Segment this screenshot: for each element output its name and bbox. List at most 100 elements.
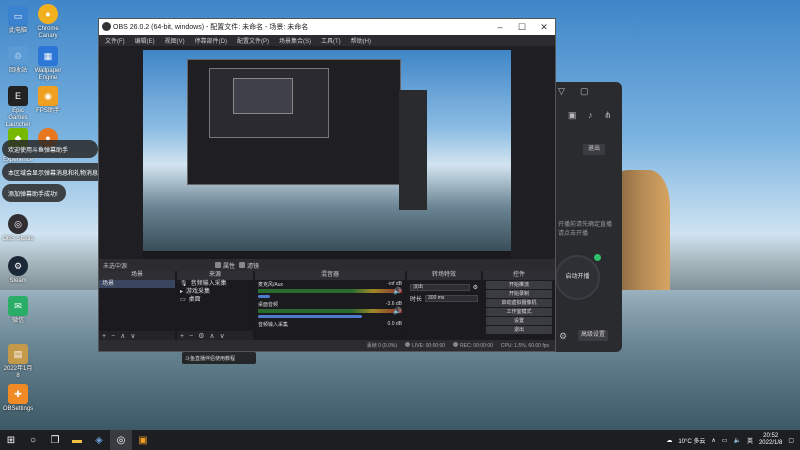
menu-profile[interactable]: 配置文件(P) <box>237 36 269 45</box>
clock[interactable]: 20:52 2022/1/8 <box>759 433 782 447</box>
move-up-icon[interactable]: ∧ <box>120 332 125 340</box>
close-icon[interactable]: ✕ <box>533 19 555 35</box>
gift-icon[interactable]: ▣ <box>568 110 577 121</box>
filter-icon[interactable]: ▽ <box>558 86 565 97</box>
settings-button[interactable]: 设置 <box>486 317 552 325</box>
source-item[interactable]: ▭ 桌面 <box>177 296 253 304</box>
menu-tools[interactable]: 工具(T) <box>321 36 341 45</box>
notification-bubble[interactable]: 本区域会显示弹幕消息和礼物消息 <box>2 163 106 181</box>
controls-body: 开始推流 开始录制 启动虚拟摄像机 工作室模式 设置 退出 <box>483 280 555 341</box>
start-live-button[interactable]: 启动开播 <box>555 255 600 300</box>
start-recording-button[interactable]: 开始录制 <box>486 290 552 298</box>
windows-start-icon[interactable]: ⊞ <box>0 430 22 450</box>
preview-canvas[interactable] <box>143 50 511 259</box>
gear-icon[interactable]: ⚙ <box>473 284 478 291</box>
sources-dock-title: 来源 <box>177 271 253 280</box>
menu-view[interactable]: 视图(V) <box>165 36 185 45</box>
obs-taskbar-icon[interactable]: ◎ <box>110 430 132 450</box>
tray-chevron-icon[interactable]: ∧ <box>711 437 715 444</box>
add-icon[interactable]: + <box>180 333 184 340</box>
remove-icon[interactable]: − <box>111 333 115 340</box>
window-icon[interactable]: ▢ <box>580 86 589 97</box>
controls-dock: 控件 开始推流 开始录制 启动虚拟摄像机 工作室模式 设置 退出 <box>483 271 555 341</box>
notification-icon[interactable]: ▢ <box>788 437 794 444</box>
scenes-list: 场景 <box>99 280 175 331</box>
monitor-icon: ▭ <box>180 297 186 303</box>
studio-mode-button[interactable]: 工作室模式 <box>486 308 552 316</box>
mixer-channel: 桌面音频 -3.6 dB 🔊 <box>255 300 405 320</box>
move-down-icon[interactable]: ∨ <box>130 332 135 340</box>
volume-icon[interactable]: 🔈 <box>733 437 740 444</box>
window-title: OBS 26.0.2 (64-bit, windows) - 配置文件: 未命名… <box>113 24 309 31</box>
menu-docks[interactable]: 停靠部件(D) <box>195 36 227 45</box>
desktop-icon-chrome-canary[interactable]: ● Chrome Canary <box>32 4 64 40</box>
start-virtual-camera-button[interactable]: 启动虚拟摄像机 <box>486 299 552 307</box>
task-view-icon[interactable]: ❐ <box>44 430 66 450</box>
mixer-channels: 麦克风/Aux -inf dB 🔊 桌面音频 -3.6 dB 🔊 音频输入采集 0.0… <box>255 280 405 341</box>
menu-help[interactable]: 帮助(H) <box>351 36 371 45</box>
start-streaming-button[interactable]: 开始推流 <box>486 281 552 289</box>
obs-docks: 场景 场景 + − ∧ ∨ 来源 🎙 音频输入采集 ▸ 游戏采集 ▭ 桌面 + − ⚙ <box>99 271 555 341</box>
desktop-icon-epic-games[interactable]: E Epic Games Launcher <box>2 86 34 129</box>
notification-bubble[interactable]: 欢迎使用斗鱼弹幕助手 <box>2 140 98 158</box>
desktop-icon-computer[interactable]: ▭ 此电脑 <box>2 6 34 35</box>
desktop-icon-recycle-bin[interactable]: ♲ 回收站 <box>2 46 34 75</box>
obs-titlebar[interactable]: OBS 26.0.2 (64-bit, windows) - 配置文件: 未命名… <box>99 19 555 35</box>
wallpaper-engine-icon: ▦ <box>38 46 58 66</box>
network-icon[interactable]: ▭ <box>722 437 728 444</box>
mixer-channel: 音频输入采集 0.0 dB <box>258 321 402 328</box>
desktop-icon-fps[interactable]: ◉ FPS助手 <box>32 86 64 115</box>
input-language[interactable]: 英 <box>747 436 753 445</box>
transition-select[interactable]: 淡出 <box>410 284 470 291</box>
menu-scene-collection[interactable]: 场景集合(S) <box>279 36 311 45</box>
steam-taskbar-icon[interactable]: ◈ <box>88 430 110 450</box>
desktop-icon-steam[interactable]: ⚙ Steam <box>2 256 34 285</box>
speaker-icon[interactable]: 🔊 <box>393 307 402 315</box>
file-explorer-icon[interactable]: ▬ <box>66 430 88 450</box>
desktop-icon-folder[interactable]: ▤ 2022年1月8 <box>2 344 34 380</box>
epic-games-icon: E <box>8 86 28 106</box>
desktop-icon-wechat[interactable]: ✉ 微信 <box>2 296 34 325</box>
obs-statusbar: 丢帧 0 (0.0%) LIVE: 00:00:00 REC: 00:00:00… <box>99 340 555 351</box>
tutorial-banner[interactable]: 斗鱼直播伴侣使用教程 <box>182 352 256 364</box>
bell-icon[interactable]: ♪ <box>588 110 593 120</box>
source-item[interactable]: ▸ 游戏采集 <box>177 288 253 296</box>
search-icon[interactable]: ○ <box>22 430 44 450</box>
weather-text[interactable]: 10°C 多云 <box>678 436 705 445</box>
advanced-settings-button[interactable]: 高级设置 <box>578 330 608 341</box>
steam-icon: ⚙ <box>8 256 28 276</box>
menu-file[interactable]: 文件(F) <box>105 36 125 45</box>
source-item[interactable]: 🎙 音频输入采集 <box>177 280 253 288</box>
volume-slider[interactable] <box>258 315 362 318</box>
desktop-icon-obsettings[interactable]: ✚ OBSettings <box>2 384 34 413</box>
obs-icon: ◎ <box>8 214 28 234</box>
add-icon[interactable]: + <box>102 333 106 340</box>
chrome-canary-icon: ● <box>38 4 58 24</box>
speaker-icon[interactable]: 🔊 <box>393 287 402 295</box>
scene-item[interactable]: 场景 <box>99 280 175 288</box>
duration-input[interactable]: 300 ms <box>425 295 478 302</box>
sources-dock: 来源 🎙 音频输入采集 ▸ 游戏采集 ▭ 桌面 + − ⚙ ∧ ∨ <box>177 271 253 341</box>
gear-icon[interactable]: ⚙ <box>559 331 567 342</box>
streaming-app-taskbar-icon[interactable]: ▣ <box>132 430 154 450</box>
move-down-icon[interactable]: ∨ <box>220 332 225 340</box>
remove-icon[interactable]: − <box>189 333 193 340</box>
notification-bubble[interactable]: 添加弹幕助手成功! <box>2 184 66 202</box>
minimize-icon[interactable]: – <box>489 19 511 35</box>
volume-slider[interactable] <box>258 295 270 298</box>
properties-button[interactable]: 属性 <box>215 261 235 270</box>
desktop-icon-wallpaper-engine[interactable]: ▦ Wallpaper Engine <box>32 46 64 82</box>
obs-window: OBS 26.0.2 (64-bit, windows) - 配置文件: 未命名… <box>98 18 556 352</box>
move-up-icon[interactable]: ∧ <box>209 332 214 340</box>
exit-button[interactable]: 退出 <box>583 144 605 155</box>
no-source-selected-label: 未选中源 <box>103 263 128 270</box>
clock-date: 2022/1/8 <box>758 440 783 446</box>
maximize-icon[interactable]: ☐ <box>511 19 533 35</box>
clock-time: 20:52 <box>763 433 779 439</box>
filters-button[interactable]: 滤镜 <box>239 261 259 270</box>
menu-edit[interactable]: 编辑(E) <box>135 36 155 45</box>
gear-icon[interactable]: ⚙ <box>198 332 204 340</box>
desktop-icon-obs[interactable]: ◎ OBS Studio <box>2 214 34 243</box>
share-icon[interactable]: ⋔ <box>604 110 612 121</box>
exit-button[interactable]: 退出 <box>486 326 552 334</box>
